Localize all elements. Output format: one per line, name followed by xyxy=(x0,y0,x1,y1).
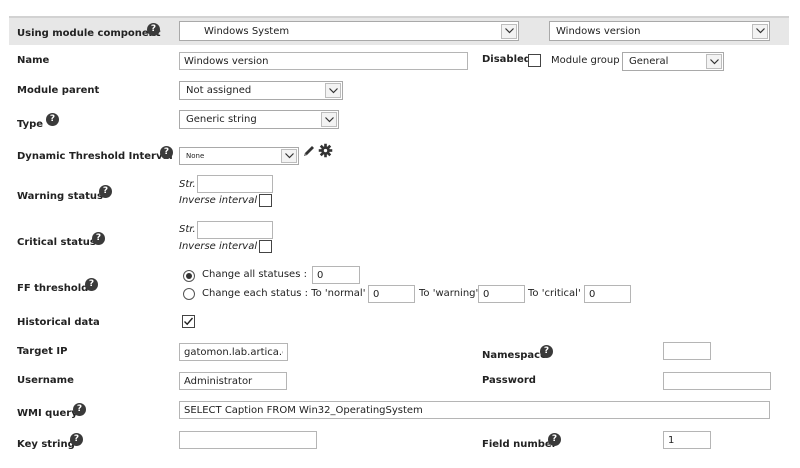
to-warning-label: To 'warning' xyxy=(419,288,479,299)
type-label: Type xyxy=(17,119,44,130)
name-input[interactable] xyxy=(179,52,468,70)
pencil-icon[interactable] xyxy=(302,144,316,158)
help-icon[interactable]: ? xyxy=(92,232,105,245)
chevron-down-icon xyxy=(752,23,768,39)
module-parent-select[interactable]: Not assigned xyxy=(179,81,343,100)
help-icon[interactable]: ? xyxy=(73,403,86,416)
critical-threshold-input[interactable] xyxy=(584,285,631,303)
target-ip-label: Target IP xyxy=(17,346,68,357)
chevron-down-icon xyxy=(321,112,337,127)
module-group-label: Module group xyxy=(551,55,620,66)
module-component-select[interactable]: Windows version xyxy=(549,21,770,41)
field-number-label: Field number xyxy=(482,439,557,450)
critical-str-input[interactable] xyxy=(197,221,273,239)
type-select[interactable]: Generic string xyxy=(179,110,339,129)
wmi-query-input[interactable] xyxy=(179,401,770,419)
help-icon[interactable]: ? xyxy=(540,345,553,358)
chevron-down-icon xyxy=(325,83,341,98)
help-icon[interactable]: ? xyxy=(160,146,173,159)
help-icon[interactable]: ? xyxy=(70,433,83,446)
normal-threshold-input[interactable] xyxy=(368,285,415,303)
field-number-input[interactable] xyxy=(663,431,711,449)
historical-data-checkbox[interactable] xyxy=(182,315,195,328)
critical-inverse-checkbox[interactable] xyxy=(259,240,272,253)
key-string-input[interactable] xyxy=(179,431,317,449)
select-value: Windows version xyxy=(556,25,641,37)
username-label: Username xyxy=(17,375,74,386)
name-label: Name xyxy=(17,55,50,66)
help-icon[interactable]: ? xyxy=(99,185,112,198)
chevron-down-icon xyxy=(501,23,517,39)
critical-inverse-label: Inverse interval xyxy=(179,241,258,252)
help-icon[interactable]: ? xyxy=(147,23,160,36)
warning-inverse-checkbox[interactable] xyxy=(259,194,272,207)
key-string-label: Key string xyxy=(17,439,75,450)
select-value: None xyxy=(186,152,205,160)
help-icon[interactable]: ? xyxy=(85,278,98,291)
chevron-down-icon xyxy=(281,149,297,163)
chevron-down-icon xyxy=(706,54,722,69)
select-value: General xyxy=(629,56,669,67)
wmi-query-label: WMI query xyxy=(17,408,78,419)
module-group-select[interactable]: General xyxy=(622,52,724,71)
warning-inverse-label: Inverse interval xyxy=(179,195,258,206)
module-group-component-select[interactable]: Windows System xyxy=(179,21,519,41)
dynamic-threshold-label: Dynamic Threshold Interval xyxy=(17,151,173,162)
select-value: Not assigned xyxy=(186,85,252,96)
warning-status-label: Warning status xyxy=(17,191,103,202)
namespace-label: Namespace xyxy=(482,350,547,361)
disabled-label: Disabled xyxy=(482,54,531,65)
critical-str-label: Str. xyxy=(179,224,196,235)
namespace-input[interactable] xyxy=(663,342,711,360)
warning-str-input[interactable] xyxy=(197,175,273,193)
module-component-label: Using module component xyxy=(17,28,161,39)
historical-data-label: Historical data xyxy=(17,317,100,328)
select-value: Windows System xyxy=(204,25,290,37)
password-label: Password xyxy=(482,375,536,386)
gear-icon[interactable] xyxy=(318,143,333,158)
help-icon[interactable]: ? xyxy=(46,113,59,126)
select-value: Generic string xyxy=(186,114,257,125)
change-each-label: Change each status : To 'normal' xyxy=(202,288,366,299)
username-input[interactable] xyxy=(179,372,287,390)
help-icon[interactable]: ? xyxy=(548,433,561,446)
target-ip-input[interactable] xyxy=(179,343,288,361)
change-each-radio[interactable] xyxy=(183,288,195,300)
warning-str-label: Str. xyxy=(179,179,196,190)
critical-status-label: Critical status xyxy=(17,237,96,248)
to-critical-label: To 'critical' xyxy=(528,288,581,299)
change-all-radio[interactable] xyxy=(183,270,195,282)
change-all-label: Change all statuses : xyxy=(202,269,307,280)
password-input[interactable] xyxy=(663,372,771,390)
change-all-input[interactable] xyxy=(312,266,360,284)
warning-threshold-input[interactable] xyxy=(478,285,525,303)
module-parent-label: Module parent xyxy=(17,85,100,96)
disabled-checkbox[interactable] xyxy=(528,54,541,67)
ff-threshold-label: FF threshold xyxy=(17,283,89,294)
dynamic-threshold-select[interactable]: None xyxy=(179,147,299,165)
